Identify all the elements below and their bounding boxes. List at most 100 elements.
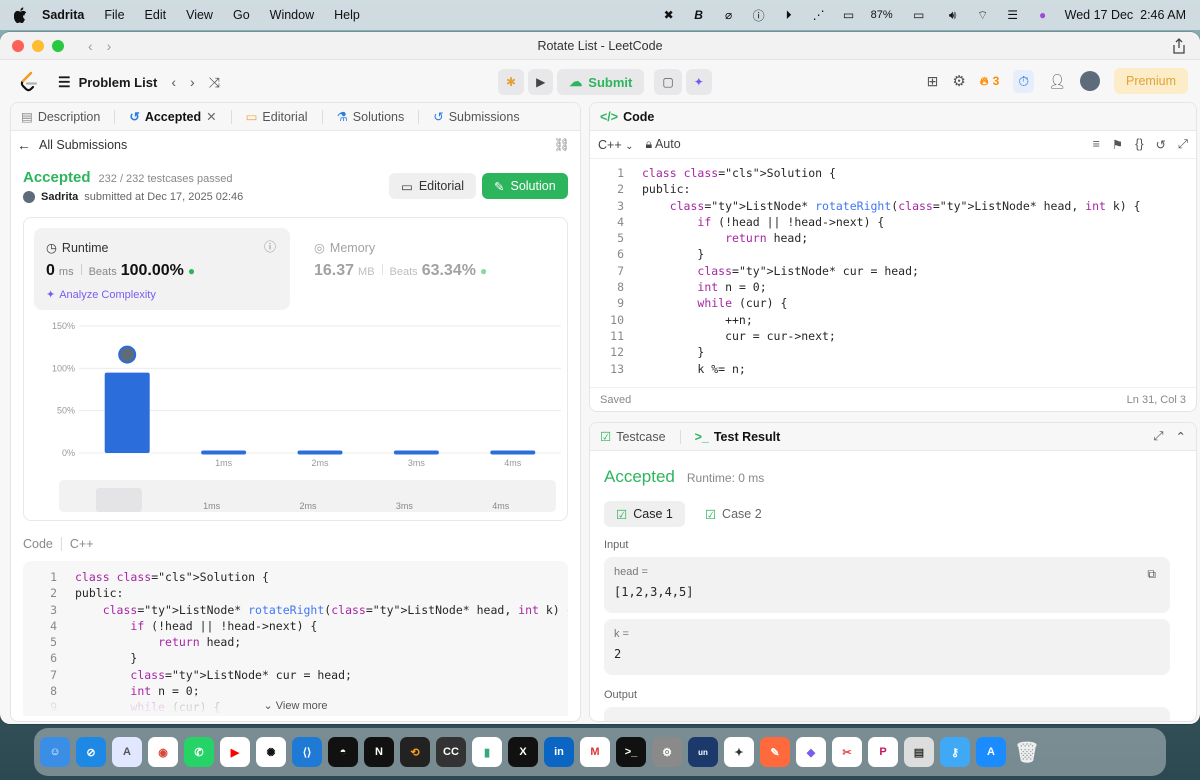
linear-icon[interactable]: ◆ xyxy=(796,737,826,767)
leetcode-logo-icon[interactable] xyxy=(18,71,40,93)
runtime-distribution-chart[interactable]: 150% 100% 50% 0% 1ms 2ms 3ms 4ms 1ms 2ms 3ms 4ms xyxy=(24,318,569,518)
menu-help[interactable]: Help xyxy=(334,8,360,22)
case-1-tab[interactable]: ☑ Case 1 xyxy=(604,501,685,527)
runtime-card[interactable]: ◷ Runtime ⓘ 0 ms Beats 100.00% ● ✦ Analyze… xyxy=(34,228,290,310)
github-icon[interactable]: ◓ xyxy=(328,737,358,767)
code-line[interactable]: 2 public: xyxy=(598,181,1190,197)
chart-bar[interactable] xyxy=(104,372,150,453)
fullscreen-icon[interactable]: ⤢ xyxy=(1178,137,1188,152)
clock[interactable]: Wed 17 Dec 2:46 AM xyxy=(1065,8,1186,22)
preview-icon[interactable]: ▤ xyxy=(904,737,934,767)
next-problem-icon[interactable]: › xyxy=(190,74,195,90)
code-line[interactable]: 4 if (!head || !head->next) { xyxy=(31,618,568,634)
code-line[interactable]: 11 cur = cur->next; xyxy=(598,328,1190,344)
linkedin-icon[interactable]: in xyxy=(544,737,574,767)
leetcode-icon[interactable]: ⟲ xyxy=(400,737,430,767)
tab-accepted[interactable]: ↺ Accepted ✕ xyxy=(129,109,216,125)
premium-button[interactable]: Premium xyxy=(1113,68,1188,94)
chrome-icon[interactable]: ◉ xyxy=(148,737,178,767)
code-line[interactable]: 6 } xyxy=(598,246,1190,262)
copy-icon[interactable]: ⧉ xyxy=(1147,567,1156,582)
tab-code[interactable]: </> Code xyxy=(600,110,654,124)
tools-icon[interactable]: ✂ xyxy=(832,737,862,767)
info-icon[interactable]: ⓘ xyxy=(264,238,276,255)
code-editor[interactable]: 1 class class="cls">Solution {2 public: 3 c… xyxy=(598,165,1190,379)
ai-button[interactable]: ✦ xyxy=(685,69,712,95)
back-arrow-icon[interactable]: ‹ xyxy=(88,38,93,54)
expand-icon[interactable]: ⤢ xyxy=(1154,429,1164,444)
play-circle-icon[interactable]: ⏵ xyxy=(781,7,797,23)
chart-bar[interactable] xyxy=(490,450,536,455)
forward-arrow-icon[interactable]: › xyxy=(107,38,112,54)
editorial-button[interactable]: ▭ Editorial xyxy=(389,173,476,199)
close-circle-icon[interactable]: ✖ xyxy=(661,7,677,23)
minimap-selection-handle[interactable] xyxy=(96,488,142,512)
debug-button[interactable]: ✱ xyxy=(498,69,525,95)
control-center-icon[interactable]: ☰ xyxy=(1005,7,1021,23)
menu-file[interactable]: File xyxy=(104,8,124,22)
code-line[interactable]: 9 while (cur) { xyxy=(598,295,1190,311)
vscode-icon[interactable]: ⟨⟩ xyxy=(292,737,322,767)
safari-icon[interactable]: ⊘ xyxy=(76,737,106,767)
chatgpt-icon[interactable]: ✺ xyxy=(256,737,286,767)
format-icon[interactable]: ≡ xyxy=(1093,137,1100,152)
collapse-icon[interactable]: ⌃ xyxy=(1176,429,1186,444)
timer-icon[interactable]: ⏱ xyxy=(1013,69,1035,93)
submitted-code-block[interactable]: 1 class class="cls">Solution {2 public: 3 c… xyxy=(23,561,568,713)
cc-icon[interactable]: CC xyxy=(436,737,466,767)
chart-bar[interactable] xyxy=(297,450,343,455)
braces-icon[interactable]: {} xyxy=(1135,137,1143,152)
app-icon[interactable]: A xyxy=(112,737,142,767)
pen-icon[interactable]: ✎ xyxy=(760,737,790,767)
streak-counter[interactable]: 🔥︎ 3 xyxy=(980,74,1000,89)
b-app-icon[interactable]: B xyxy=(691,7,707,23)
share-icon[interactable] xyxy=(1172,38,1186,54)
auto-mode[interactable]: 🔒︎ Auto xyxy=(646,137,681,152)
code-line[interactable]: 8 int n = 0; xyxy=(598,279,1190,295)
battery-icon[interactable]: ▭ xyxy=(907,7,931,23)
x-icon[interactable]: X xyxy=(508,737,538,767)
code-line[interactable]: 1 class class="cls">Solution { xyxy=(31,569,568,585)
tab-solutions[interactable]: ⚗ Solutions xyxy=(337,109,405,125)
avatar[interactable] xyxy=(1079,71,1100,91)
settings-icon[interactable]: ⚙ xyxy=(652,737,682,767)
code-line[interactable]: 5 return head; xyxy=(31,634,568,650)
keys-icon[interactable]: ⚷ xyxy=(940,737,970,767)
code-line[interactable]: 3 class="ty">ListNode* rotateRight(class… xyxy=(31,602,568,618)
youtube-icon[interactable]: ▶ xyxy=(220,737,250,767)
apple-icon[interactable] xyxy=(14,7,28,23)
terminal-icon[interactable]: >_ xyxy=(616,737,646,767)
reset-icon[interactable]: ↺ xyxy=(1156,137,1166,152)
chart-bar[interactable] xyxy=(201,450,247,455)
submitter-name[interactable]: Sadrita xyxy=(41,191,78,203)
run-button[interactable]: ▶ xyxy=(528,69,554,95)
p-app-icon[interactable]: P xyxy=(868,737,898,767)
info-icon[interactable]: ⓘ xyxy=(751,7,767,23)
code-line[interactable]: 6 } xyxy=(31,650,568,666)
prev-problem-icon[interactable]: ‹ xyxy=(171,74,176,90)
output-box[interactable] xyxy=(604,707,1170,721)
tab-editorial[interactable]: ▭ Editorial xyxy=(246,109,308,125)
tab-testcase[interactable]: ☑ Testcase xyxy=(600,429,666,445)
bookmark-icon[interactable]: ⚑ xyxy=(1112,137,1123,152)
dots-icon[interactable]: ⋰ xyxy=(811,7,827,23)
minimize-window-button[interactable] xyxy=(32,39,44,52)
input-k-box[interactable]: k = 2 xyxy=(604,619,1170,675)
input-head-box[interactable]: head = [1,2,3,4,5] ⧉ xyxy=(604,557,1170,613)
menu-window[interactable]: Window xyxy=(270,8,314,22)
tab-description[interactable]: ▤ Description xyxy=(21,109,100,125)
shuffle-icon[interactable]: ⤨ xyxy=(209,74,220,91)
view-more-button[interactable]: ⌄ View more xyxy=(23,695,568,716)
code-line[interactable]: 7 class="ty">ListNode* cur = head; xyxy=(31,667,568,683)
code-line[interactable]: 13 k %= n; xyxy=(598,361,1190,377)
trash-icon[interactable]: 🗑︎ xyxy=(1012,737,1042,767)
menu-edit[interactable]: Edit xyxy=(145,8,167,22)
code-line[interactable]: 10 ++n; xyxy=(598,312,1190,328)
code-line[interactable]: 1 class class="cls">Solution { xyxy=(598,165,1190,181)
add-user-icon[interactable]: 👤︎ xyxy=(1048,73,1066,90)
wifi-icon[interactable]: ⌔ xyxy=(975,7,991,23)
app-store-icon[interactable]: A xyxy=(976,737,1006,767)
volume-icon[interactable]: 🔊︎ xyxy=(945,7,961,23)
code-line[interactable]: 4 if (!head || !head->next) { xyxy=(598,214,1190,230)
submit-button[interactable]: ☁ Submit xyxy=(557,69,645,95)
